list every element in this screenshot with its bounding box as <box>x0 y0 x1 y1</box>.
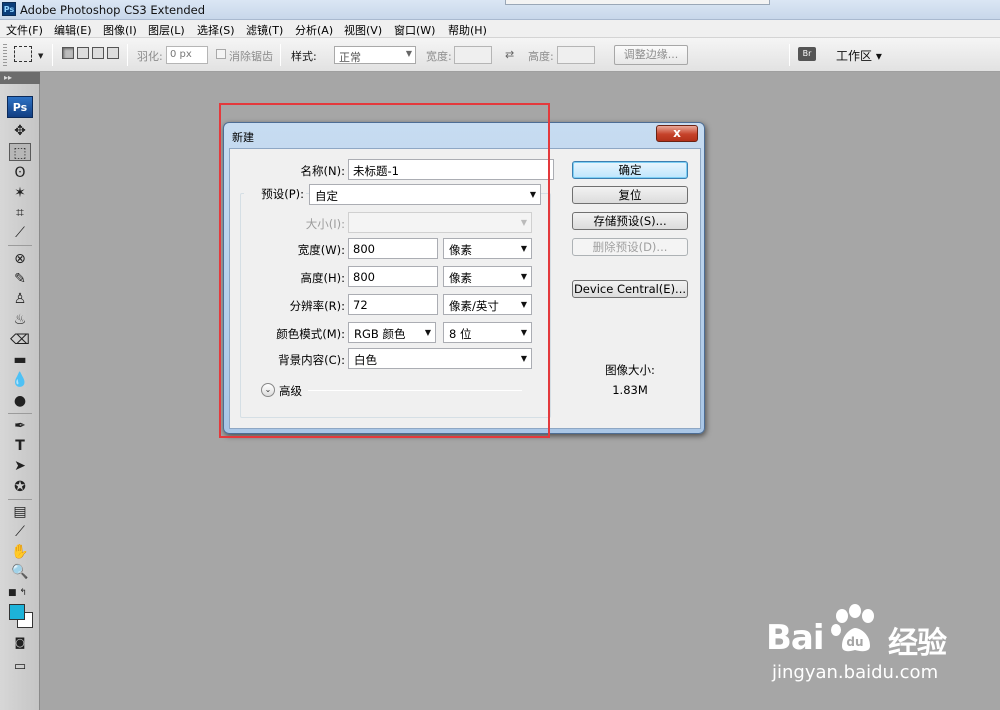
eraser-tool-icon[interactable]: ⌫ <box>9 331 31 349</box>
zoom-tool-icon[interactable]: 🔍 <box>9 563 31 581</box>
width-label: 宽度: <box>426 50 452 63</box>
quick-mask-icon[interactable]: ◙ <box>9 634 31 652</box>
new-selection-mode-button[interactable] <box>62 47 74 59</box>
separator <box>8 245 32 246</box>
default-colors-icon[interactable]: ■ ↰ <box>8 588 27 598</box>
move-tool-icon[interactable]: ✥ <box>9 122 31 140</box>
blur-tool-icon[interactable]: 💧 <box>9 371 31 389</box>
magic-wand-tool-icon[interactable]: ✶ <box>9 184 31 202</box>
chevron-down-icon: ▼ <box>405 49 412 58</box>
svg-text:du: du <box>846 635 863 649</box>
delete-preset-button[interactable]: 删除预设(D)... <box>572 238 688 256</box>
hand-tool-icon[interactable]: ✋ <box>9 543 31 561</box>
menu-file[interactable]: 文件(F) <box>6 22 43 38</box>
menu-window[interactable]: 窗口(W) <box>394 22 435 38</box>
toolbox-collapse-icon[interactable]: ▸▸ <box>0 72 40 84</box>
menu-help[interactable]: 帮助(H) <box>448 22 487 38</box>
pen-tool-icon[interactable]: ✒ <box>9 417 31 435</box>
title-bar: Ps Adobe Photoshop CS3 Extended <box>0 0 1000 20</box>
watermark-brand-right: 经验 <box>888 626 947 661</box>
slice-tool-icon[interactable]: ⟋ <box>9 224 31 242</box>
feather-label: 羽化: <box>137 50 163 63</box>
path-selection-tool-icon[interactable]: ➤ <box>9 457 31 475</box>
toolbox: ▸▸ Ps ✥ ⬚ ʘ ✶ ⌗ ⟋ ⊗ ✎ ♙ ♨ ⌫ ▬ 💧 ● ✒ T ➤ … <box>0 72 40 710</box>
background-window-edge <box>505 0 770 5</box>
menu-image[interactable]: 图像(I) <box>103 22 137 38</box>
swap-arrows-icon[interactable]: ⇄ <box>505 48 514 61</box>
baidu-paw-icon: du <box>831 604 874 652</box>
chevron-down-icon[interactable]: ▼ <box>38 52 43 60</box>
height-input[interactable] <box>557 46 595 64</box>
separator <box>8 499 32 500</box>
height-label: 高度: <box>528 50 554 63</box>
healing-brush-tool-icon[interactable]: ⊗ <box>9 250 31 268</box>
clone-stamp-tool-icon[interactable]: ♙ <box>9 290 31 308</box>
separator <box>127 44 128 66</box>
options-bar-grip[interactable] <box>3 44 7 66</box>
menu-view[interactable]: 视图(V) <box>344 22 382 38</box>
close-button[interactable]: x <box>656 125 698 142</box>
style-select[interactable]: 正常 ▼ <box>334 46 416 64</box>
lasso-tool-icon[interactable]: ʘ <box>9 164 31 182</box>
options-bar: ▼ 羽化: 0 px 消除锯齿 样式: 正常 ▼ 宽度: ⇄ 高度: 调整边缘.… <box>0 38 1000 72</box>
menu-select[interactable]: 选择(S) <box>197 22 235 38</box>
marquee-tool-icon[interactable]: ⬚ <box>9 143 31 161</box>
add-to-selection-mode-button[interactable] <box>77 47 89 59</box>
image-size-value: 1.83M <box>612 383 648 397</box>
width-input[interactable] <box>454 46 492 64</box>
screen-mode-icon[interactable]: ▭ <box>9 658 31 676</box>
device-central-button[interactable]: Device Central(E)... <box>572 280 688 298</box>
menu-analysis[interactable]: 分析(A) <box>295 22 333 38</box>
feather-input[interactable]: 0 px <box>166 46 208 64</box>
bridge-icon[interactable]: Br <box>798 47 816 61</box>
menu-bar: 文件(F) 编辑(E) 图像(I) 图层(L) 选择(S) 滤镜(T) 分析(A… <box>0 20 1000 38</box>
watermark-url: jingyan.baidu.com <box>772 662 939 683</box>
intersect-selection-mode-button[interactable] <box>107 47 119 59</box>
custom-shape-tool-icon[interactable]: ✪ <box>9 478 31 496</box>
type-tool-icon[interactable]: T <box>9 437 31 455</box>
gradient-tool-icon[interactable]: ▬ <box>9 351 31 369</box>
photoshop-app-icon: Ps <box>2 2 16 16</box>
style-select-value: 正常 <box>339 51 361 64</box>
reset-button[interactable]: 复位 <box>572 186 688 204</box>
workspace-menu[interactable]: 工作区 ▾ <box>836 47 882 64</box>
eyedropper-tool-icon[interactable]: ⟋ <box>9 523 31 541</box>
watermark-brand-left: Bai <box>766 618 825 658</box>
annotation-highlight-box <box>219 103 550 438</box>
image-size-label: 图像大小: <box>605 363 655 377</box>
window-title: Adobe Photoshop CS3 Extended <box>20 3 206 17</box>
crop-tool-icon[interactable]: ⌗ <box>9 204 31 222</box>
antialias-label: 消除锯齿 <box>229 50 273 63</box>
refine-edge-button[interactable]: 调整边缘... <box>614 45 688 65</box>
menu-filter[interactable]: 滤镜(T) <box>246 22 283 38</box>
style-label: 样式: <box>291 50 317 63</box>
subtract-selection-mode-button[interactable] <box>92 47 104 59</box>
history-brush-tool-icon[interactable]: ♨ <box>9 311 31 329</box>
dodge-tool-icon[interactable]: ● <box>9 392 31 410</box>
save-preset-button[interactable]: 存储预设(S)... <box>572 212 688 230</box>
notes-tool-icon[interactable]: ▤ <box>9 503 31 521</box>
photoshop-logo[interactable]: Ps <box>7 96 33 118</box>
brush-tool-icon[interactable]: ✎ <box>9 270 31 288</box>
menu-edit[interactable]: 编辑(E) <box>54 22 92 38</box>
separator <box>280 44 281 66</box>
separator <box>789 44 790 66</box>
separator <box>8 413 32 414</box>
separator <box>52 44 53 66</box>
baidu-jingyan-watermark: Bai du 经验 jingyan.baidu.com <box>766 600 996 700</box>
foreground-color-swatch[interactable] <box>9 604 25 620</box>
antialias-checkbox[interactable] <box>216 49 226 59</box>
menu-layer[interactable]: 图层(L) <box>148 22 185 38</box>
rectangular-marquee-preset-icon[interactable] <box>14 46 32 62</box>
ok-button[interactable]: 确定 <box>572 161 688 179</box>
